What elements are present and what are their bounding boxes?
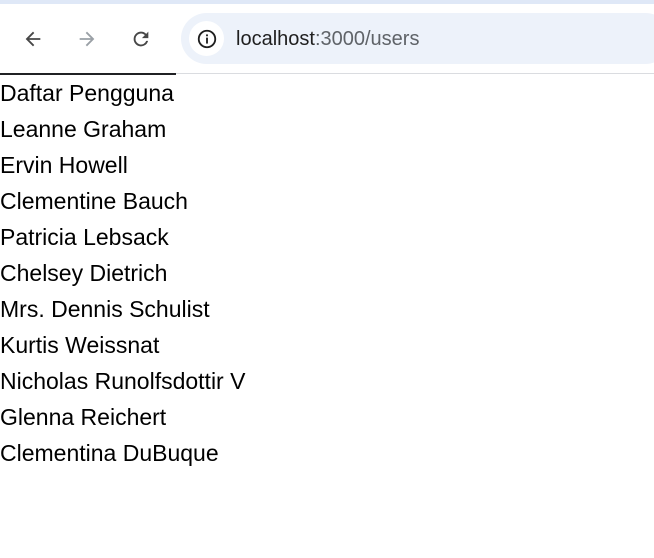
url-host: localhost [236,28,315,50]
page-content: Daftar Pengguna Leanne Graham Ervin Howe… [0,75,654,471]
browser-toolbar: localhost:3000/users [0,4,654,74]
reload-button[interactable] [126,24,156,54]
address-bar[interactable]: localhost:3000/users [181,13,654,64]
browser-chrome: localhost:3000/users [0,0,654,75]
list-item: Glenna Reichert [0,404,167,430]
url-path: :3000/users [314,28,420,50]
list-item: Leanne Graham [0,116,167,142]
arrow-left-icon [25,31,41,47]
arrow-right-icon [79,31,95,47]
list-item: Clementina DuBuque [0,440,219,466]
site-info-button[interactable] [189,21,224,56]
list-item: Clementine Bauch [0,188,188,214]
forward-button[interactable] [72,24,102,54]
page-title: Daftar Pengguna [0,80,174,106]
back-button[interactable] [18,24,48,54]
user-list: Leanne Graham Ervin Howell Clementine Ba… [0,111,654,471]
list-item: Mrs. Dennis Schulist [0,296,210,322]
url-text[interactable]: localhost:3000/users [236,28,419,50]
reload-icon [133,31,149,47]
list-item: Chelsey Dietrich [0,260,168,286]
list-item: Nicholas Runolfsdottir V [0,368,246,394]
list-item: Ervin Howell [0,152,128,178]
info-icon [197,29,216,48]
list-item: Patricia Lebsack [0,224,169,250]
list-item: Kurtis Weissnat [0,332,160,358]
